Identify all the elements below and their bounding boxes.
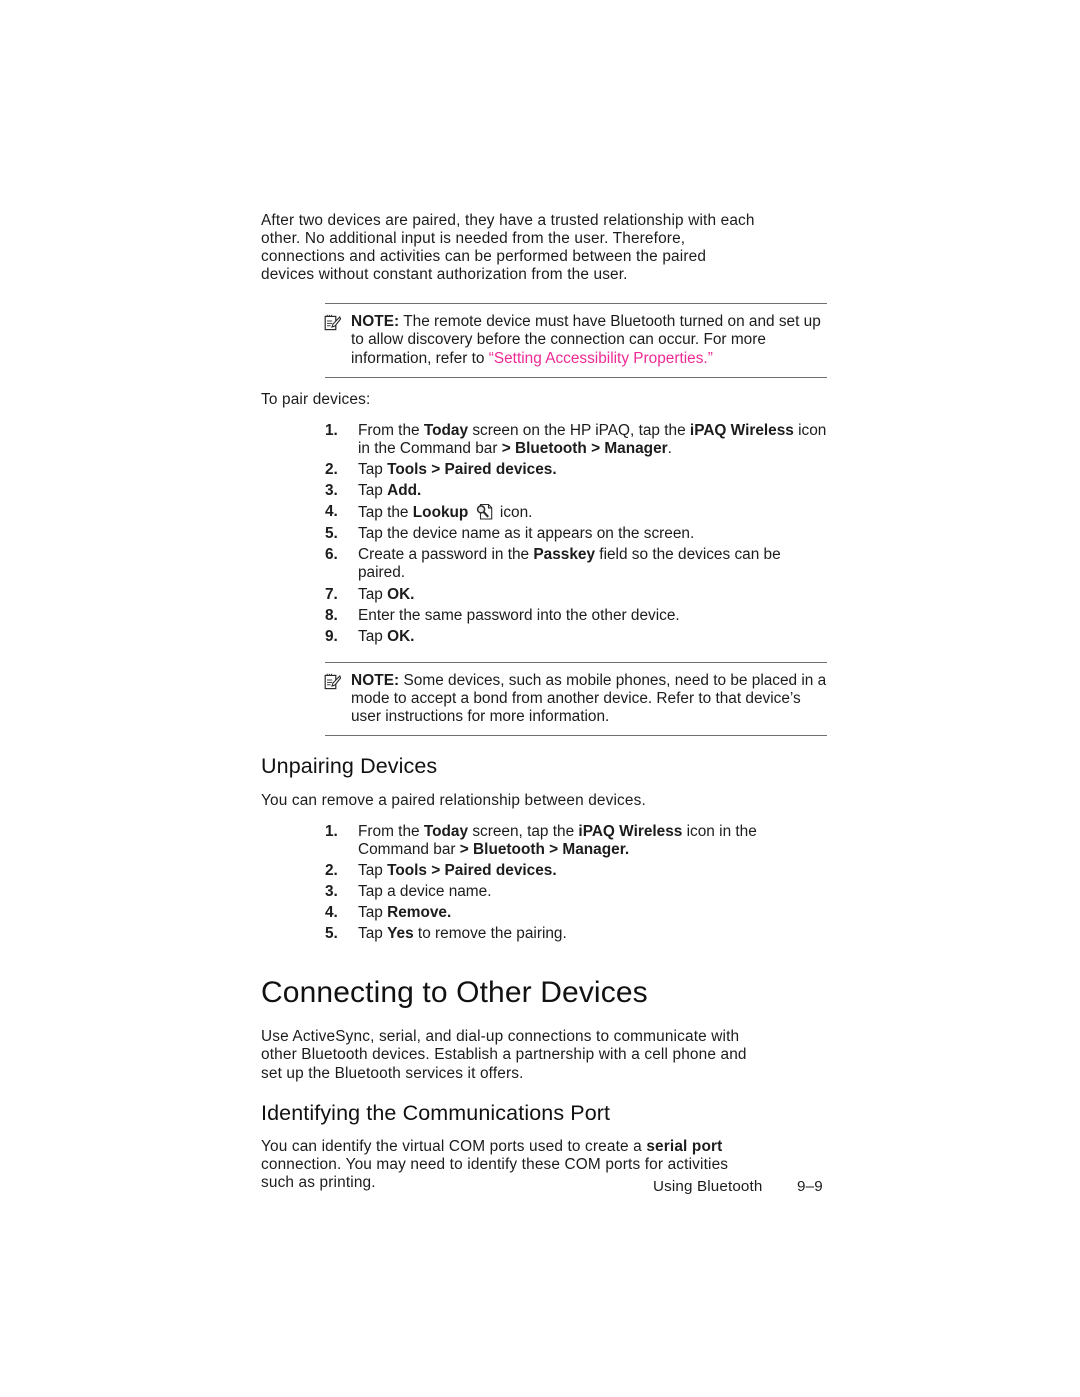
list-item-text: Tap OK.: [358, 627, 415, 645]
list-item-number: 1.: [325, 822, 338, 840]
intro-paragraph: After two devices are paired, they have …: [261, 212, 755, 284]
list-item: 2. Tap Tools > Paired devices.: [325, 461, 827, 479]
footer-page-number: 9–9: [797, 1178, 823, 1195]
footer-chapter-label: Using Bluetooth: [653, 1178, 763, 1195]
list-item-text: Tap Remove.: [358, 904, 452, 922]
list-item: 5. Tap Yes to remove the pairing.: [325, 925, 827, 943]
note-block-2: NOTE: Some devices, such as mobile phone…: [324, 661, 827, 737]
list-item-text: Tap the Lookup icon.: [358, 503, 533, 522]
pair-intro: To pair devices:: [261, 390, 371, 408]
list-item: 5. Tap the device name as it appears on t…: [325, 525, 827, 543]
document-page: After two devices are paired, they have …: [0, 0, 1080, 1397]
list-item-number: 4.: [325, 904, 338, 922]
note-body: NOTE: Some devices, such as mobile phone…: [324, 663, 827, 735]
list-item-text: Tap Add.: [358, 482, 422, 500]
note-body: NOTE: The remote device must have Blueto…: [324, 304, 827, 376]
list-item-text: Create a password in the Passkey field s…: [358, 546, 781, 582]
list-item-number: 2.: [325, 460, 338, 478]
heading-unpairing-devices: Unpairing Devices: [261, 754, 438, 779]
list-item-number: 7.: [325, 585, 338, 603]
list-item: 6. Create a password in the Passkey field…: [325, 546, 827, 582]
list-item-number: 9.: [325, 627, 338, 645]
list-item-text: Tap Tools > Paired devices.: [358, 460, 557, 478]
heading-connecting-to-other-devices: Connecting to Other Devices: [261, 976, 648, 1010]
list-item-number: 5.: [325, 925, 338, 943]
list-item-text: From the Today screen on the HP iPAQ, ta…: [358, 421, 827, 457]
list-item: 1. From the Today screen on the HP iPAQ, …: [325, 422, 827, 458]
list-item-number: 6.: [325, 546, 338, 564]
list-item-text: Tap a device name.: [358, 883, 492, 901]
list-item-text: Tap OK.: [358, 585, 415, 603]
note-label: NOTE:: [351, 313, 400, 331]
list-item: 3. Tap a device name.: [325, 883, 827, 901]
connecting-paragraph: Use ActiveSync, serial, and dial-up conn…: [261, 1028, 747, 1082]
list-item: 7. Tap OK.: [325, 586, 827, 604]
note-text: Some devices, such as mobile phones, nee…: [351, 671, 827, 725]
list-item-number: 1.: [325, 421, 338, 439]
list-item: 8. Enter the same password into the other…: [325, 607, 827, 625]
note-link[interactable]: “Setting Accessibility Properties.”: [489, 350, 713, 367]
list-item: 1. From the Today screen, tap the iPAQ Wi…: [325, 823, 827, 859]
list-item-text: From the Today screen, tap the iPAQ Wire…: [358, 822, 757, 858]
list-item: 2. Tap Tools > Paired devices.: [325, 862, 827, 880]
list-item-text: Tap the device name as it appears on the…: [358, 525, 695, 543]
page-content: After two devices are paired, they have …: [261, 212, 831, 1193]
list-item-number: 4.: [325, 503, 338, 521]
heading-identifying-communications-port: Identifying the Communications Port: [261, 1100, 611, 1125]
pair-steps-list: 1. From the Today screen on the HP iPAQ, …: [325, 422, 827, 646]
list-item-text: Tap Yes to remove the pairing.: [358, 925, 567, 943]
note-block-1: NOTE: The remote device must have Blueto…: [324, 303, 827, 378]
note-rule-bottom: [325, 735, 827, 737]
unpairing-steps-list: 1. From the Today screen, tap the iPAQ Wi…: [325, 823, 827, 944]
lookup-icon: [475, 503, 494, 521]
list-item-number: 5.: [325, 525, 338, 543]
list-item-text: Tap Tools > Paired devices.: [358, 861, 557, 879]
list-item: 4. Tap the Lookup icon.: [325, 503, 827, 522]
note-pad-pencil-icon: [324, 673, 342, 690]
list-item-text: Enter the same password into the other d…: [358, 606, 680, 624]
list-item-number: 3.: [325, 883, 338, 901]
list-item-number: 3.: [325, 482, 338, 500]
note-pad-pencil-icon: [324, 314, 342, 331]
note-rule-bottom: [325, 376, 827, 378]
note-label: NOTE:: [351, 671, 400, 689]
list-item: 3. Tap Add.: [325, 482, 827, 500]
list-item-number: 8.: [325, 606, 338, 624]
unpairing-intro: You can remove a paired relationship bet…: [261, 791, 646, 809]
list-item: 4. Tap Remove.: [325, 904, 827, 922]
list-item: 9. Tap OK.: [325, 628, 827, 646]
list-item-number: 2.: [325, 861, 338, 879]
